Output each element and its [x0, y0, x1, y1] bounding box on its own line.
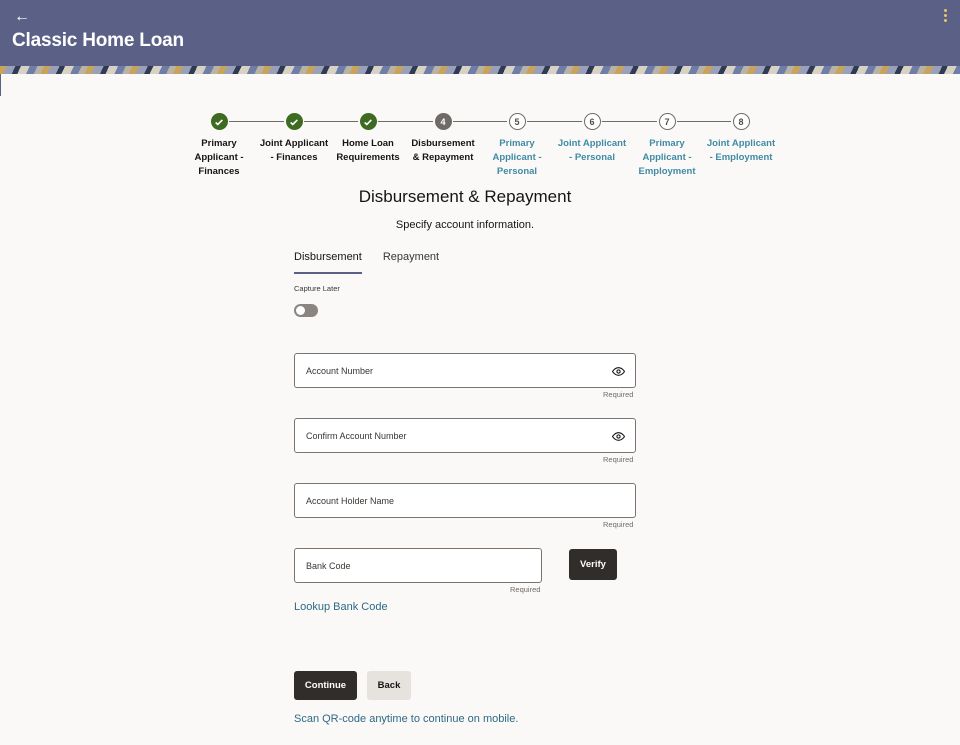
step-label-line: - Employment [709, 152, 773, 163]
step-label-line: Employment [638, 166, 696, 177]
stepper-step: Home Loan Requirements [331, 112, 405, 165]
page-title: Classic Home Loan [12, 30, 184, 51]
step-label-line: Disbursement [411, 138, 475, 149]
bank-code-field [294, 548, 542, 583]
tab-disbursement[interactable]: Disbursement [294, 250, 362, 274]
step-label-line: Home Loan [342, 138, 394, 149]
form-subtitle: Specify account information. [395, 219, 535, 231]
step-label-line: Applicant - [492, 152, 542, 163]
step-label-line: Finances [198, 166, 240, 177]
account-holder-name-required: Required [603, 520, 634, 529]
step-label-line: Applicant - [642, 152, 692, 163]
stepper-step[interactable]: 6 Joint Applicant - Personal [555, 112, 629, 165]
verify-button[interactable]: Verify [569, 549, 617, 580]
step-number: 7 [658, 113, 676, 130]
check-icon [359, 113, 377, 130]
divider [0, 74, 1, 96]
stepper-step: Primary Applicant - Finances [182, 112, 256, 179]
step-label: Primary Applicant - Employment [630, 137, 704, 179]
step-label-line: - Personal [569, 152, 615, 163]
tab-bar: Disbursement Repayment [294, 250, 439, 274]
stepper-step: 4 Disbursement & Repayment [406, 112, 480, 165]
account-number-field [294, 353, 636, 388]
account-holder-name-input[interactable] [295, 484, 635, 517]
step-label-line: Joint Applicant [706, 138, 776, 149]
bank-code-required: Required [510, 585, 541, 594]
stepper-step[interactable]: 5 Primary Applicant - Personal [480, 112, 554, 179]
tab-repayment[interactable]: Repayment [383, 250, 439, 274]
step-label-line: Joint Applicant [259, 138, 329, 149]
decorative-banner [0, 66, 960, 74]
step-number: 8 [732, 113, 750, 130]
step-number: 5 [508, 113, 526, 130]
step-label-line: - Finances [270, 152, 318, 163]
check-icon [210, 113, 228, 130]
account-number-input[interactable] [295, 354, 635, 387]
confirm-account-number-input[interactable] [295, 419, 635, 452]
step-number: 4 [434, 113, 452, 130]
step-label-line: Primary [201, 138, 237, 149]
step-label-line: Personal [496, 166, 538, 177]
back-arrow-icon[interactable]: ← [14, 8, 30, 26]
account-number-required: Required [603, 390, 634, 399]
kebab-menu-icon[interactable] [944, 9, 948, 22]
confirm-account-number-field [294, 418, 636, 453]
bank-code-input[interactable] [295, 549, 541, 582]
step-label-line: & Repayment [412, 152, 474, 163]
step-label: Primary Applicant - Finances [182, 137, 256, 179]
step-label: Joint Applicant - Personal [555, 137, 629, 165]
step-label: Primary Applicant - Personal [480, 137, 554, 179]
lookup-bank-code-link[interactable]: Lookup Bank Code [294, 601, 388, 613]
app-header: ← Classic Home Loan [0, 0, 960, 66]
step-label-line: Applicant - [194, 152, 244, 163]
capture-later-toggle[interactable] [294, 304, 318, 317]
step-label-line: Primary [499, 138, 535, 149]
check-icon [285, 113, 303, 130]
stepper-step[interactable]: 8 Joint Applicant - Employment [704, 112, 778, 165]
step-label: Joint Applicant - Finances [257, 137, 331, 165]
stepper-step: Joint Applicant - Finances [257, 112, 331, 165]
step-number: 6 [583, 113, 601, 130]
account-holder-name-field [294, 483, 636, 518]
form-title: Disbursement & Repayment [358, 187, 572, 206]
confirm-account-number-required: Required [603, 455, 634, 464]
eye-icon[interactable] [612, 430, 625, 443]
capture-later-label: Capture Later [294, 284, 340, 293]
step-label-line: Requirements [336, 152, 400, 163]
qr-code-hint: Scan QR-code anytime to continue on mobi… [294, 713, 519, 725]
toggle-knob [296, 306, 305, 315]
step-label-line: Primary [649, 138, 685, 149]
stepper-step[interactable]: 7 Primary Applicant - Employment [630, 112, 704, 179]
step-label-line: Joint Applicant [557, 138, 627, 149]
continue-button[interactable]: Continue [294, 671, 357, 700]
step-label: Home Loan Requirements [331, 137, 405, 165]
step-label: Disbursement & Repayment [406, 137, 480, 165]
step-label: Joint Applicant - Employment [704, 137, 778, 165]
eye-icon[interactable] [612, 365, 625, 378]
progress-stepper: Primary Applicant - Finances Joint Applican… [182, 112, 782, 182]
back-button[interactable]: Back [367, 671, 411, 700]
